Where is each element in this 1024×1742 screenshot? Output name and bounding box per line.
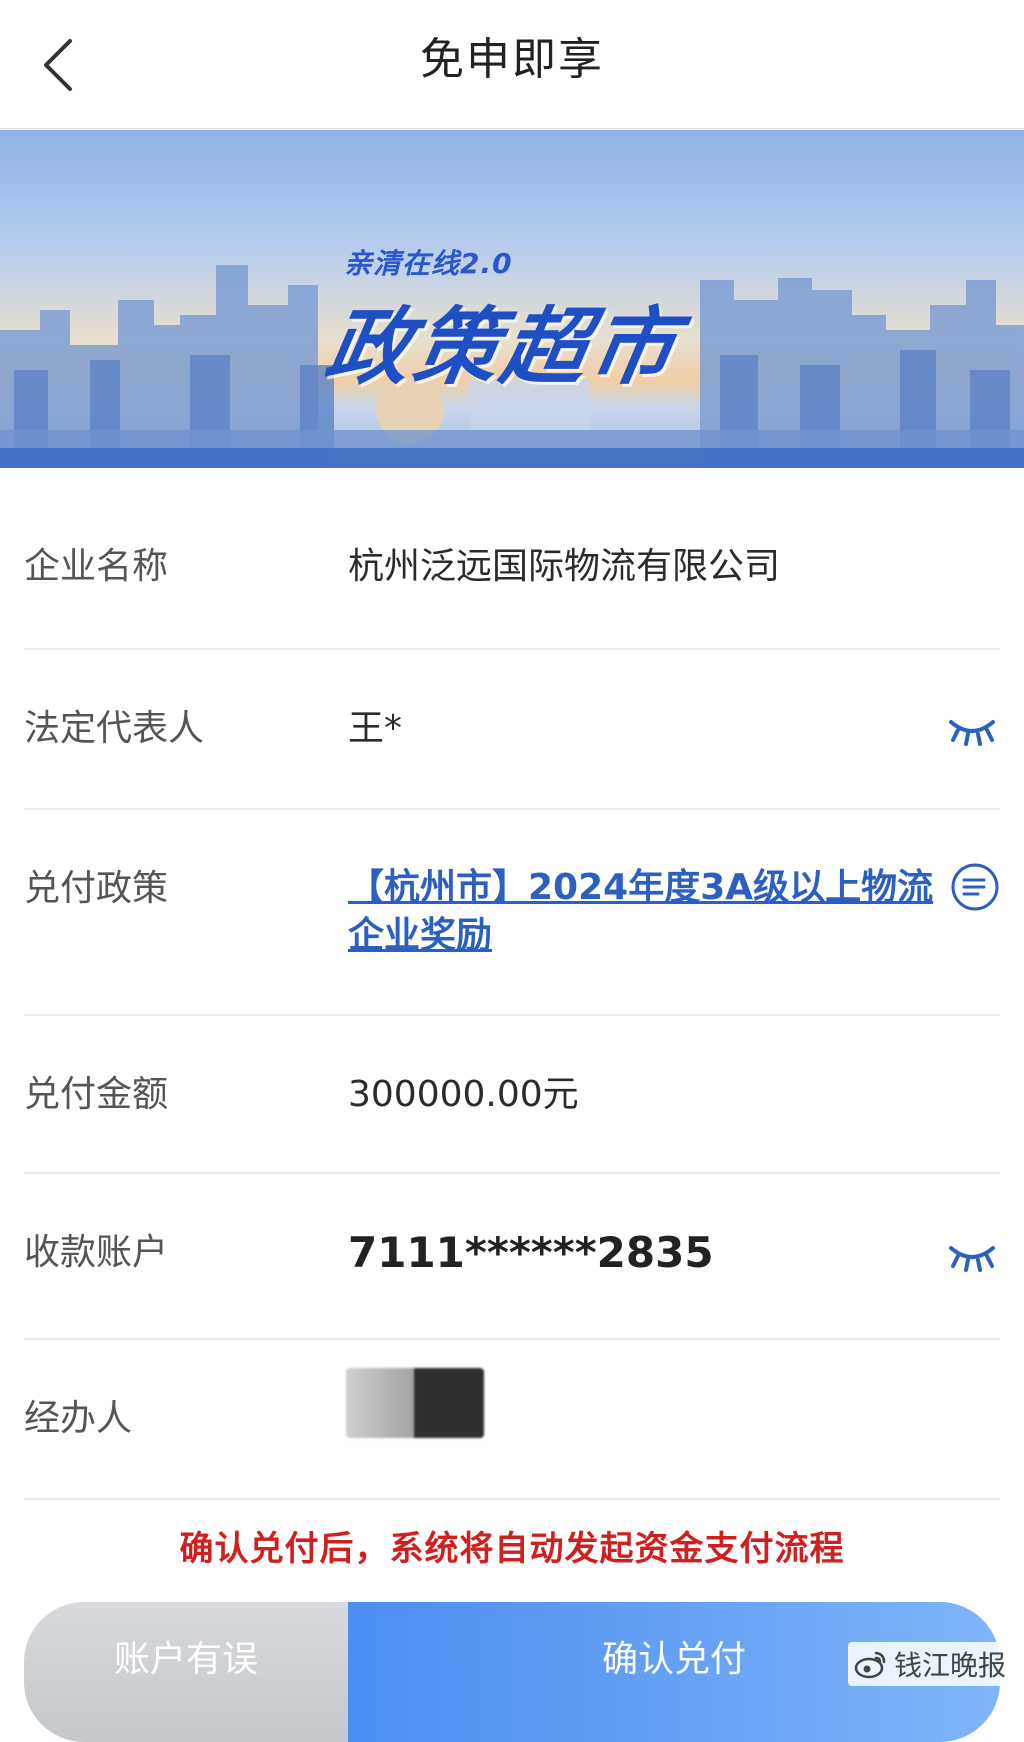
top-nav-bar: 免申即享	[0, 0, 1024, 129]
amount-row: 兑付金额 300000.00元	[24, 1016, 1000, 1174]
eye-closed-icon[interactable]	[948, 1242, 996, 1272]
account-value: 7111******2835	[348, 1228, 714, 1277]
handler-label: 经办人	[24, 1398, 133, 1439]
legal-rep-label: 法定代表人	[24, 708, 205, 749]
watermark: 钱江晚报	[847, 1642, 1012, 1686]
watermark-text: 钱江晚报	[893, 1649, 1006, 1682]
company-name-label: 企业名称	[24, 546, 169, 587]
eye-closed-icon[interactable]	[948, 716, 996, 746]
legal-rep-row: 法定代表人 王*	[24, 650, 1000, 810]
handler-row: 经办人	[24, 1340, 1000, 1500]
amount-value: 300000.00元	[348, 1074, 579, 1115]
banner-subtitle: 亲清在线2.0	[344, 247, 513, 280]
company-name-value: 杭州泛远国际物流有限公司	[348, 546, 781, 587]
account-row: 收款账户 7111******2835	[24, 1174, 1000, 1340]
handler-signature-redacted	[346, 1368, 484, 1438]
policy-link[interactable]: 【杭州市】2024年度3A级以上物流企业奖励	[348, 864, 968, 960]
payment-notice: 确认兑付后，系统将自动发起资金支付流程	[179, 1529, 845, 1569]
policy-row: 兑付政策 【杭州市】2024年度3A级以上物流企业奖励	[24, 810, 1000, 1016]
policy-label: 兑付政策	[24, 868, 169, 909]
account-error-button[interactable]: 账户有误	[24, 1602, 348, 1742]
policy-banner: 亲清在线2.0 政策超市	[0, 130, 1024, 468]
legal-rep-value: 王*	[348, 708, 403, 749]
company-name-row: 企业名称 杭州泛远国际物流有限公司	[24, 500, 1000, 650]
banner-title: 政策超市	[318, 298, 688, 396]
account-label: 收款账户	[24, 1232, 169, 1273]
page-title: 免申即享	[420, 34, 604, 85]
amount-label: 兑付金额	[24, 1074, 169, 1115]
list-icon[interactable]	[950, 862, 1000, 912]
weibo-icon	[854, 1651, 886, 1679]
